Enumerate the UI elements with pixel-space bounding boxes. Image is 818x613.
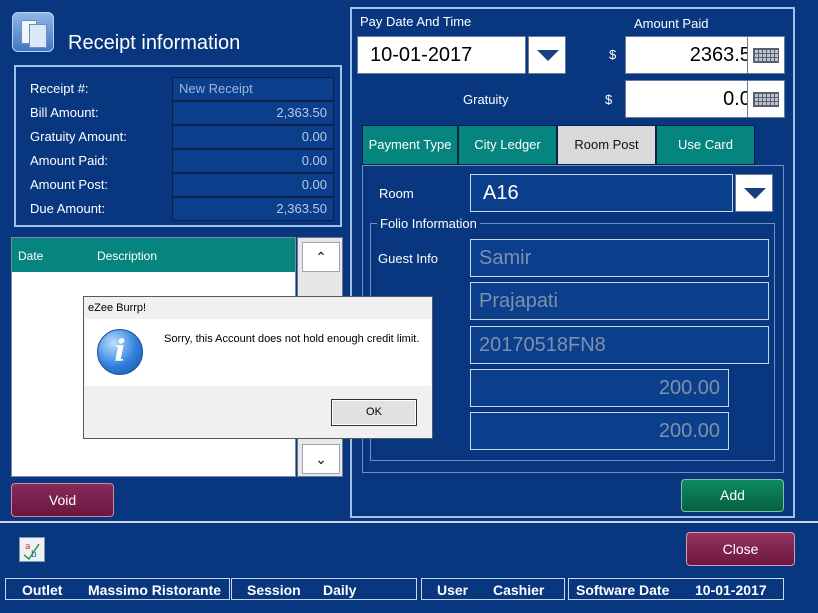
amount-paid-label: Amount Paid: xyxy=(30,153,109,168)
keyboard-icon xyxy=(753,92,779,107)
dialog-message: Sorry, this Account does not hold enough… xyxy=(164,333,420,345)
pay-date-label: Pay Date And Time xyxy=(360,14,472,29)
bill-amount-label: Bill Amount: xyxy=(30,105,99,120)
folio-value-field-2: 200.00 xyxy=(470,412,729,450)
bill-amount-row: Bill Amount: 2,363.50 xyxy=(16,101,340,125)
gratuity-amount-label: Gratuity Amount: xyxy=(30,129,127,144)
room-dropdown-button[interactable] xyxy=(735,174,773,212)
guest-last-name-field: Prajapati xyxy=(470,282,769,320)
outlet-label: Outlet xyxy=(22,582,63,598)
room-field[interactable]: A16 xyxy=(470,174,733,212)
amount-paid-row: Amount Paid: 0.00 xyxy=(16,149,340,173)
receipt-number-row: Receipt #: New Receipt xyxy=(16,77,340,101)
folio-value-field-1: 200.00 xyxy=(470,369,729,407)
column-description: Description xyxy=(97,249,158,263)
due-amount-label: Due Amount: xyxy=(30,201,106,216)
ok-button[interactable]: OK xyxy=(331,399,417,426)
guest-first-name-field: Samir xyxy=(470,239,769,277)
info-icon: i xyxy=(97,329,143,375)
status-software-date: Software Date 10-01-2017 xyxy=(568,578,784,600)
status-outlet: Outlet Massimo Ristorante xyxy=(5,578,230,600)
pay-date-field[interactable]: 10-01-2017 xyxy=(357,36,526,74)
gratuity-amount-value: 0.00 xyxy=(172,125,334,149)
session-label: Session xyxy=(247,582,301,598)
software-date-value: 10-01-2017 xyxy=(695,582,767,598)
chevron-down-icon: ⌄ xyxy=(315,451,327,467)
scroll-down-button[interactable]: ⌄ xyxy=(302,444,340,474)
software-date-label: Software Date xyxy=(576,582,670,598)
close-button[interactable]: Close xyxy=(686,532,795,566)
table-header: Date Description xyxy=(12,238,295,272)
tab-payment-type[interactable]: Payment Type xyxy=(362,125,458,165)
svg-text:a: a xyxy=(25,542,31,552)
credit-limit-dialog: eZee Burrp! i Sorry, this Account does n… xyxy=(83,296,433,439)
guest-info-label: Guest Info xyxy=(378,251,438,266)
user-value: Cashier xyxy=(493,582,545,598)
due-amount-row: Due Amount: 2,363.50 xyxy=(16,197,340,221)
dialog-title: eZee Burrp! xyxy=(88,302,147,314)
column-date: Date xyxy=(18,249,44,263)
add-button[interactable]: Add xyxy=(681,479,784,512)
receipt-number-value: New Receipt xyxy=(172,77,334,101)
status-session: Session Daily xyxy=(231,578,417,600)
page-title: Receipt information xyxy=(68,32,241,54)
currency-symbol: $ xyxy=(609,47,617,62)
tab-use-card[interactable]: Use Card xyxy=(656,125,755,165)
amount-post-row: Amount Post: 0.00 xyxy=(16,173,340,197)
footer-divider xyxy=(0,521,818,523)
void-button[interactable]: Void xyxy=(11,483,114,517)
folio-information-legend: Folio Information xyxy=(377,216,480,231)
keyboard-button[interactable] xyxy=(747,36,785,74)
keyboard-icon xyxy=(753,48,779,63)
chevron-up-icon: ⌃ xyxy=(315,249,327,265)
gratuity-label: Gratuity xyxy=(463,92,509,107)
gratuity-amount-row: Gratuity Amount: 0.00 xyxy=(16,125,340,149)
tab-city-ledger[interactable]: City Ledger xyxy=(458,125,557,165)
tab-room-post[interactable]: Room Post xyxy=(557,125,656,165)
amount-paid-value: 0.00 xyxy=(172,149,334,173)
amount-post-label: Amount Post: xyxy=(30,177,109,192)
dialog-body: i Sorry, this Account does not hold enou… xyxy=(85,319,431,386)
scroll-up-button[interactable]: ⌃ xyxy=(302,242,340,272)
user-label: User xyxy=(437,582,469,598)
folio-number-field: 20170518FN8 xyxy=(470,326,769,364)
outlet-value: Massimo Ristorante xyxy=(88,582,222,598)
receipt-info-panel: Receipt #: New Receipt Bill Amount: 2,36… xyxy=(14,65,342,227)
room-label: Room xyxy=(379,186,414,201)
amount-paid-header: Amount Paid xyxy=(634,16,709,31)
due-amount-value: 2,363.50 xyxy=(172,197,334,221)
amount-post-value: 0.00 xyxy=(172,173,334,197)
currency-symbol: $ xyxy=(605,92,613,107)
receipt-number-label: Receipt #: xyxy=(30,81,89,96)
status-user: User Cashier xyxy=(421,578,565,600)
keyboard-button[interactable] xyxy=(747,80,785,118)
spell-check-icon[interactable]: a b xyxy=(19,537,45,562)
receipt-app-icon xyxy=(12,12,54,52)
bill-amount-value: 2,363.50 xyxy=(172,101,334,125)
session-value: Daily xyxy=(323,582,357,598)
date-dropdown-button[interactable] xyxy=(528,36,566,74)
